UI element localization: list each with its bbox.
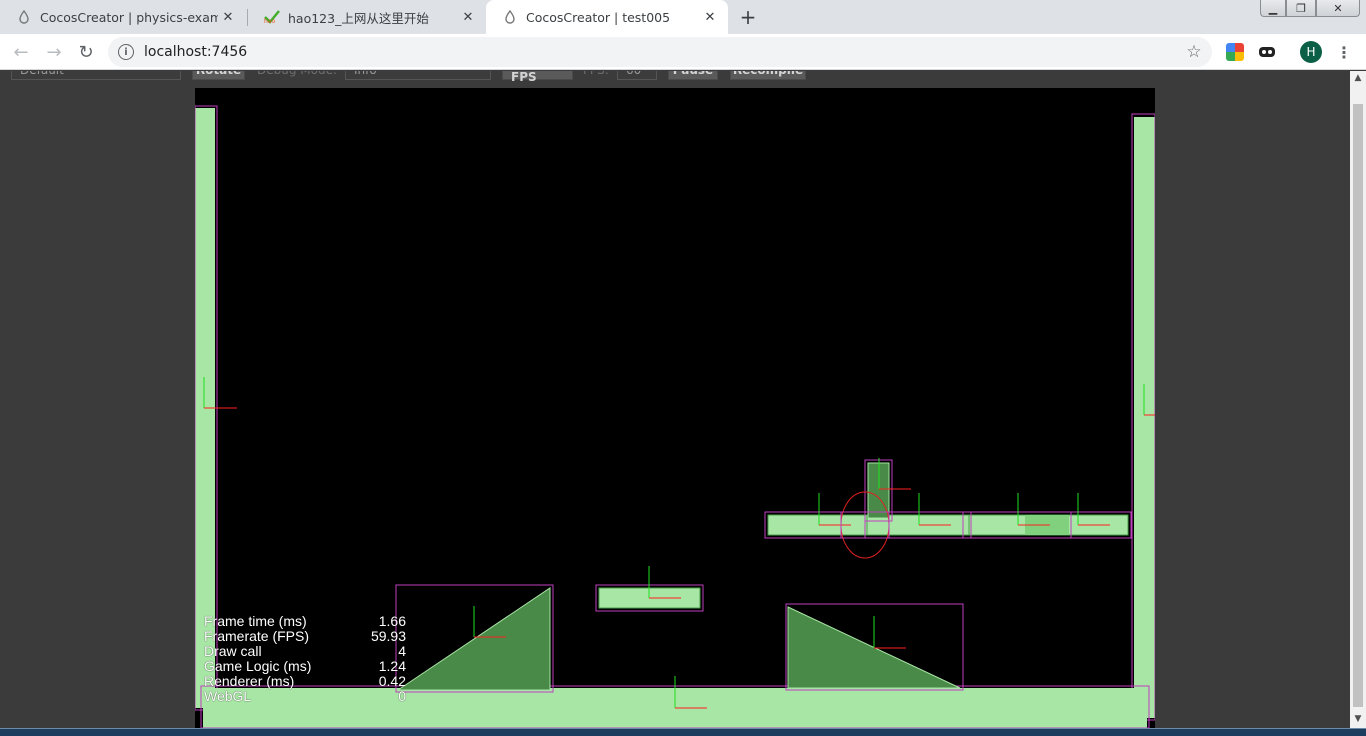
profile-avatar[interactable]: H [1300,41,1322,63]
stats-row: Frame time (ms) 1.66 [204,614,406,629]
restore-icon[interactable]: ❐ [1286,0,1316,17]
fps-label: FPS: [583,71,615,80]
preview-toolbar: Default Rotate Debug Mode: Info Show FPS… [0,71,1350,84]
page-content: Default Rotate Debug Mode: Info Show FPS… [0,71,1350,728]
rotate-button[interactable]: Rotate [192,71,245,80]
stats-value: 0 [398,688,406,704]
extension-colorful-icon[interactable] [1226,43,1244,61]
cocos-icon [502,9,518,25]
stats-row: Draw call 4 [204,644,406,659]
stats-label: WebGL [204,688,252,704]
stats-value: 1.66 [378,613,406,629]
stats-row: WebGL 0 [204,689,406,704]
game-canvas[interactable]: Frame time (ms) 1.66 Framerate (FPS) 59.93… [194,88,1156,728]
bookmark-star-icon[interactable]: ☆ [1180,42,1208,62]
info-icon[interactable]: i [118,44,134,60]
minimize-icon[interactable]: ▁ [1260,0,1286,17]
left-ramp-collider [396,587,551,691]
stats-label: Game Logic (ms) [204,658,312,674]
stats-label: Frame time (ms) [204,613,307,629]
window-controls: ▁ ❐ ✕ [1260,0,1360,18]
scrollbar-thumb[interactable] [1353,104,1363,707]
show-fps-button[interactable]: Show FPS [502,71,573,84]
stats-value: 59.93 [370,628,406,644]
stats-label: Renderer (ms) [204,673,295,689]
stats-row: Game Logic (ms) 1.24 [204,659,406,674]
scroll-up-icon[interactable]: ▲ [1350,73,1366,85]
more-menu-icon[interactable]: ⋮ [1336,42,1352,62]
reload-icon[interactable]: ↻ [74,40,98,64]
stats-row: Renderer (ms) 0.42 [204,674,406,689]
new-tab-button[interactable]: + [736,5,760,29]
pause-button[interactable]: Pause [668,71,718,80]
stats-label: Draw call [204,643,262,659]
stats-panel: Frame time (ms) 1.66 Framerate (FPS) 59.93… [204,614,406,704]
stats-label: Framerate (FPS) [204,628,310,644]
stats-row: Framerate (FPS) 59.93 [204,629,406,644]
page-scrollbar[interactable]: ▲ ▼ [1350,71,1366,728]
tab-title: hao123_上网从这里开始 [288,10,429,26]
fps-input[interactable]: 60 [617,71,657,80]
tab-strip: CocosCreator | physics-examp ✕ hao hao12… [0,0,1366,34]
close-icon[interactable]: ✕ [218,7,238,27]
tab-test005[interactable]: CocosCreator | test005 ✕ [486,0,728,34]
url-text[interactable]: localhost:7456 [144,44,1180,60]
close-icon[interactable]: ✕ [700,7,720,27]
tab-physics-examples[interactable]: CocosCreator | physics-examp ✕ [0,0,246,34]
scroll-down-icon[interactable]: ▼ [1350,714,1366,726]
extension-mask-icon[interactable] [1258,43,1276,61]
stats-value: 1.24 [378,658,406,674]
tab-title: CocosCreator | test005 [526,9,671,25]
right-wall-collider [1134,117,1155,718]
stats-value: 4 [398,643,406,659]
close-icon[interactable]: ✕ [458,7,478,27]
stats-value: 0.42 [378,673,406,689]
os-taskbar [0,728,1366,736]
close-window-icon[interactable]: ✕ [1316,0,1360,17]
hao123-icon: hao [264,9,280,25]
debug-mode-select[interactable]: Info [345,71,491,80]
debug-mode-label: Debug Mode: [257,71,342,80]
recompile-button[interactable]: Recompile [730,71,806,80]
forward-arrow-icon[interactable]: → [42,40,66,64]
address-bar[interactable]: i localhost:7456 ☆ [108,37,1212,67]
back-arrow-icon[interactable]: ← [9,40,33,64]
device-select[interactable]: Default [11,71,181,80]
svg-text:hao: hao [264,18,275,24]
tab-hao123[interactable]: hao hao123_上网从这里开始 ✕ [248,0,486,34]
tab-title: CocosCreator | physics-examp [40,9,218,25]
cocos-icon [16,9,32,25]
browser-toolbar: ← → ↻ i localhost:7456 ☆ H ⋮ [0,34,1366,70]
